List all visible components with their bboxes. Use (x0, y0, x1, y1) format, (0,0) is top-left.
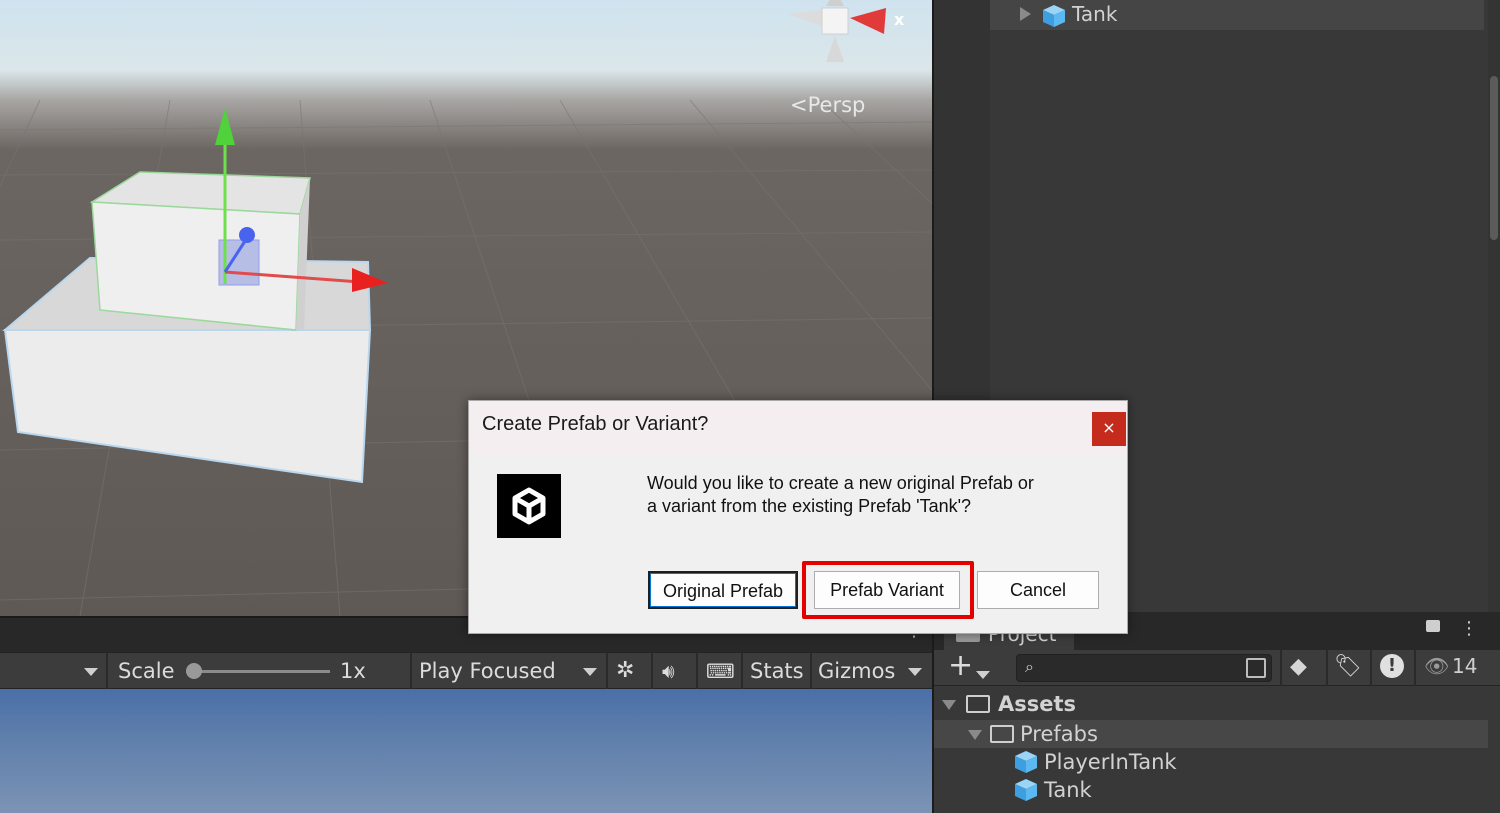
stats-button[interactable]: Stats (750, 653, 804, 689)
gizmos-dropdown-icon[interactable] (908, 653, 922, 689)
hidden-count: 14 (1452, 654, 1478, 678)
camera-label: Persp (807, 93, 866, 117)
game-toolbar: Scale 1x Play Focused ✲ 🔊︎ ⌨ Stats Gizmo… (0, 652, 932, 689)
keyboard-icon[interactable]: ⌨ (706, 653, 735, 689)
original-prefab-button[interactable]: Original Prefab (648, 571, 798, 609)
prefab-cube-icon (1043, 5, 1065, 27)
tree-item-label: Assets (998, 692, 1077, 716)
dialog-message: Would you like to create a new original … (647, 472, 1107, 518)
tree-item-playerintank[interactable]: PlayerInTank (934, 748, 1488, 776)
folder-open-icon (966, 695, 990, 713)
chevron-left-icon: < (790, 93, 808, 117)
add-dropdown-icon[interactable] (976, 664, 990, 683)
unity-logo-icon (497, 474, 561, 538)
add-icon[interactable]: + (948, 648, 973, 684)
gizmos-button[interactable]: Gizmos (818, 653, 895, 689)
scale-value: 1x (340, 659, 366, 683)
display-dropdown[interactable] (84, 653, 98, 689)
expand-arrow-icon[interactable] (968, 730, 982, 740)
search-input[interactable]: ⌕ (1016, 654, 1272, 682)
project-toolbar: + ⌕ ◆ 🏷︎ ! 👁︎ 14 (934, 648, 1500, 686)
visibility-eye-icon[interactable]: 👁︎ (1424, 654, 1449, 678)
dialog-message-line2: a variant from the existing Prefab 'Tank… (647, 496, 972, 516)
scale-label: Scale (118, 659, 175, 683)
expand-arrow-icon[interactable] (942, 700, 956, 710)
scale-slider[interactable] (186, 663, 330, 679)
hierarchy-row-tank[interactable]: Tank › (990, 0, 1484, 30)
bug-icon[interactable]: ✲ (616, 653, 634, 689)
highlight-box (802, 561, 974, 619)
search-by-type-icon[interactable] (1246, 658, 1266, 678)
play-mode-dropdown[interactable]: Play Focused (419, 653, 556, 689)
scale-slider-thumb[interactable] (186, 663, 202, 679)
tree-item-label: PlayerInTank (1044, 750, 1177, 774)
lock-icon[interactable] (1426, 620, 1440, 632)
expand-arrow-icon[interactable] (1020, 7, 1031, 21)
create-prefab-dialog: Create Prefab or Variant? × Would you li… (468, 400, 1128, 634)
search-icon: ⌕ (1025, 657, 1034, 676)
prefab-cube-icon (1015, 751, 1037, 773)
project-panel: Project ⋮ + ⌕ ◆ 🏷︎ ! 👁︎ 14 Assets Prefab… (934, 612, 1500, 813)
tree-item-tank[interactable]: Tank (934, 776, 1488, 804)
folder-open-icon (990, 725, 1014, 743)
tree-item-label: Prefabs (1020, 722, 1098, 746)
tree-item-prefabs[interactable]: Prefabs (934, 720, 1488, 748)
chevron-down-icon[interactable] (583, 653, 597, 689)
hierarchy-item-label: Tank (1072, 2, 1118, 26)
dialog-title-bar: Create Prefab or Variant? × (469, 401, 1127, 453)
prefab-cube-icon (1015, 779, 1037, 801)
filter-type-icon[interactable]: ◆ (1290, 654, 1307, 679)
unity-editor: x <Persp ⋮ Scale 1x Play Focused ✲ 🔊︎ ⌨ … (0, 0, 1500, 813)
warning-icon[interactable]: ! (1380, 654, 1404, 678)
hierarchy-scrollbar[interactable] (1488, 0, 1500, 612)
cancel-button[interactable]: Cancel (977, 571, 1099, 609)
label-tag-icon[interactable]: 🏷︎ (1334, 654, 1362, 679)
audio-icon[interactable]: 🔊︎ (662, 653, 675, 689)
game-view[interactable] (0, 689, 932, 813)
tank-turret-mesh (89, 171, 311, 331)
project-tree: Assets Prefabs PlayerInTank Tank (934, 686, 1500, 813)
close-button[interactable]: × (1092, 412, 1126, 446)
axis-x-label: x (894, 10, 905, 29)
chevron-down-icon (84, 668, 98, 676)
dialog-title: Create Prefab or Variant? (482, 413, 709, 435)
projection-toggle[interactable]: <Persp (790, 93, 865, 117)
dialog-message-line1: Would you like to create a new original … (647, 473, 1034, 493)
scene-orientation-gizmo (788, 0, 886, 62)
tree-item-assets[interactable]: Assets (934, 690, 1500, 718)
more-options-icon[interactable]: ⋮ (1460, 618, 1478, 639)
tree-item-label: Tank (1044, 778, 1092, 802)
